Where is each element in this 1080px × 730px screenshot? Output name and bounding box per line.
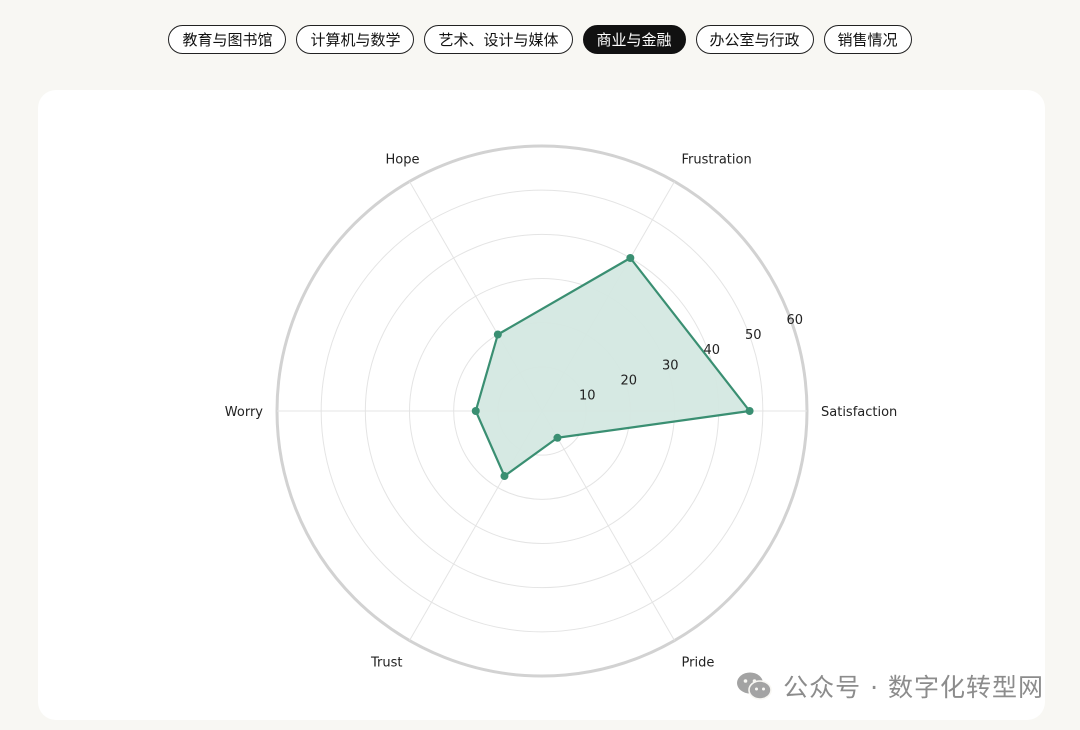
tab-computer-math[interactable]: 计算机与数学 <box>296 25 415 54</box>
tab-business-finance[interactable]: 商业与金融 <box>582 25 686 54</box>
tab-education-library[interactable]: 教育与图书馆 <box>168 25 287 54</box>
axis-label: Hope <box>386 152 420 167</box>
r-tick-label: 30 <box>662 358 679 373</box>
data-point <box>553 433 562 442</box>
tab-arts-design-media[interactable]: 艺术、设计与媒体 <box>424 25 573 54</box>
axis-label: Satisfaction <box>821 405 897 420</box>
data-point <box>500 472 509 481</box>
data-point <box>745 407 754 415</box>
axis-label: Pride <box>682 656 715 671</box>
axis-label: Worry <box>225 405 264 420</box>
watermark: 公众号 · 数字化转型网 <box>735 668 1044 704</box>
r-tick-label: 20 <box>620 373 637 388</box>
r-tick-label: 60 <box>787 313 804 328</box>
watermark-text: 公众号 · 数字化转型网 <box>783 673 1044 702</box>
r-tick-label: 40 <box>703 343 720 358</box>
chart-card: 10 20 30 40 50 60 Satisfaction Frustration Hope W… <box>38 90 1045 720</box>
r-tick-label: 10 <box>579 389 596 404</box>
r-tick-label: 50 <box>745 328 762 343</box>
category-tabs: 教育与图书馆 计算机与数学 艺术、设计与媒体 商业与金融 办公室与行政 销售情况 <box>0 25 1080 54</box>
data-point <box>493 330 502 339</box>
series-area <box>474 256 751 478</box>
wechat-icon <box>737 672 772 700</box>
data-point <box>471 407 480 415</box>
spoke <box>541 410 675 641</box>
tab-office-admin[interactable]: 办公室与行政 <box>695 25 814 54</box>
data-point <box>626 254 635 263</box>
tab-sales[interactable]: 销售情况 <box>823 25 912 54</box>
axis-label: Trust <box>370 656 402 671</box>
radar-chart: 10 20 30 40 50 60 Satisfaction Frustration Hope W… <box>225 144 897 678</box>
axis-label: Frustration <box>682 152 752 167</box>
